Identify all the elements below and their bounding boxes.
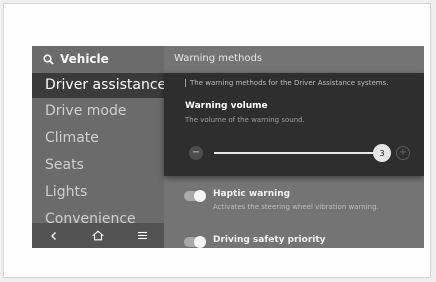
sidebar-item-lights[interactable]: Lights bbox=[45, 184, 87, 200]
sidebar-title: Vehicle bbox=[60, 52, 109, 66]
sidebar: Vehicle Driver assistance Drive mode Cli… bbox=[32, 46, 164, 248]
driving-safety-priority-label: Driving safety priority bbox=[213, 235, 326, 245]
infotainment-screen: Vehicle Driver assistance Drive mode Cli… bbox=[32, 46, 424, 248]
volume-slider-fill bbox=[214, 152, 374, 154]
figure-frame: Vehicle Driver assistance Drive mode Cli… bbox=[3, 3, 431, 278]
home-icon bbox=[92, 230, 104, 241]
haptic-warning-description: Activates the steering wheel vibration w… bbox=[213, 203, 379, 211]
haptic-warning-toggle[interactable] bbox=[184, 190, 206, 202]
home-button[interactable] bbox=[87, 226, 109, 246]
toggle-knob bbox=[194, 190, 206, 202]
sidebar-item-climate[interactable]: Climate bbox=[45, 130, 99, 146]
haptic-warning-label: Haptic warning bbox=[213, 189, 291, 199]
sidebar-item-driver-assistance[interactable]: Driver assistance bbox=[32, 73, 164, 98]
minus-icon: − bbox=[191, 147, 201, 158]
warning-volume-popup: The warning methods for the Driver Assis… bbox=[164, 73, 424, 176]
volume-slider-track[interactable] bbox=[214, 152, 378, 154]
volume-slider-handle[interactable]: 3 bbox=[373, 144, 391, 162]
volume-increase-button[interactable]: + bbox=[396, 146, 410, 160]
volume-decrease-button[interactable]: − bbox=[189, 146, 203, 160]
warning-volume-title: Warning volume bbox=[185, 101, 268, 111]
menu-button[interactable] bbox=[131, 226, 153, 246]
bottom-nav-bar bbox=[32, 223, 164, 248]
popup-description: The warning methods for the Driver Assis… bbox=[185, 79, 388, 87]
plus-icon: + bbox=[398, 147, 408, 158]
search-icon bbox=[43, 50, 54, 69]
sidebar-item-seats[interactable]: Seats bbox=[45, 157, 84, 173]
sidebar-search[interactable]: Vehicle bbox=[43, 51, 109, 67]
main-panel: Warning methods The warning methods for … bbox=[164, 46, 424, 248]
toggle-knob bbox=[194, 236, 206, 248]
back-button[interactable] bbox=[43, 226, 65, 246]
warning-volume-subtitle: The volume of the warning sound. bbox=[185, 116, 305, 124]
back-icon bbox=[51, 231, 56, 240]
driving-safety-priority-toggle[interactable] bbox=[184, 236, 206, 248]
menu-icon bbox=[137, 231, 147, 240]
page-title: Warning methods bbox=[174, 53, 263, 64]
sidebar-item-drive-mode[interactable]: Drive mode bbox=[45, 103, 126, 119]
